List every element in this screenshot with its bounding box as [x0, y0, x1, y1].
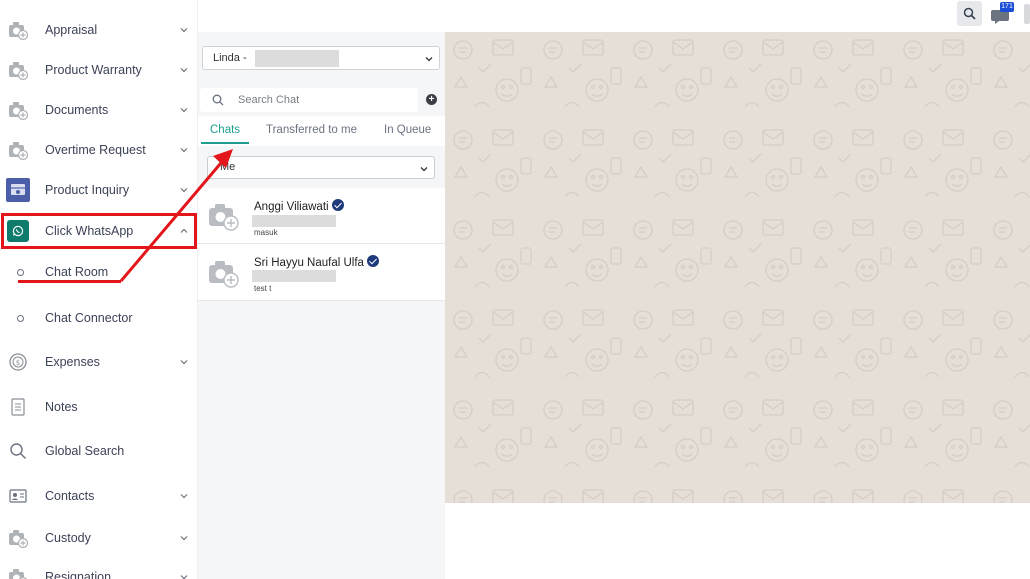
search-icon — [6, 439, 30, 463]
topbar-overflow[interactable] — [1024, 4, 1030, 24]
avatar-placeholder-icon — [209, 204, 239, 231]
contact-card-icon — [6, 484, 30, 508]
sidebar-item-label: Custody — [45, 531, 91, 545]
list-item[interactable]: Anggi Viliawati masuk — [198, 188, 445, 244]
sidebar-item-label: Chat Room — [45, 265, 109, 279]
circle-icon — [17, 314, 24, 322]
sidebar-item-label: Product Inquiry — [45, 183, 130, 197]
chat-last-message: masuk — [254, 228, 278, 237]
annotation-underline — [18, 280, 121, 283]
sidebar-item-label: Contacts — [45, 489, 95, 503]
sidebar-item-label: Appraisal — [45, 23, 98, 37]
notification-badge: 171 — [1000, 2, 1014, 12]
chevron-down-icon — [180, 575, 188, 579]
redacted-block — [252, 215, 336, 227]
sidebar-item-global-search[interactable]: Global Search — [0, 434, 197, 468]
sidebar-item-custody[interactable]: Custody — [0, 521, 197, 555]
camera-icon — [6, 58, 30, 82]
sidebar-item-contacts[interactable]: Contacts — [0, 479, 197, 513]
chevron-down-icon — [425, 57, 433, 62]
sidebar-item-label: Notes — [45, 400, 78, 414]
sidebar-item-documents[interactable]: Documents — [0, 93, 197, 127]
tab-in-queue[interactable]: In Queue — [384, 116, 431, 144]
camera-icon — [6, 565, 30, 579]
chat-list-panel — [198, 32, 445, 579]
agent-select-value: Linda - — [213, 52, 247, 64]
redacted-block — [252, 270, 336, 282]
sidebar-item-product-inquiry[interactable]: Product Inquiry — [0, 173, 197, 207]
sidebar-item-label: Chat Connector — [45, 311, 133, 325]
chevron-down-icon — [180, 188, 188, 193]
sidebar-item-appraisal[interactable]: Appraisal — [0, 13, 197, 47]
sidebar-item-resignation[interactable]: Resignation — [0, 560, 197, 579]
chat-list: Anggi Viliawati masuk Sri Hayyu Naufal U… — [198, 188, 445, 301]
active-tab-indicator — [201, 142, 249, 144]
sidebar-item-label: Product Warranty — [45, 63, 142, 77]
sidebar-subitem-chat-connector[interactable]: Chat Connector — [0, 301, 197, 335]
camera-icon — [6, 526, 30, 550]
coin-icon: $ — [6, 350, 30, 374]
sidebar-item-label: Documents — [45, 103, 109, 117]
chevron-down-icon — [180, 68, 188, 73]
redacted-block — [255, 50, 339, 67]
avatar-placeholder-icon — [209, 261, 239, 288]
sidebar-item-label: Global Search — [45, 444, 125, 458]
chat-last-message: test t — [254, 284, 272, 293]
chat-contact-name: Anggi Viliawati — [254, 199, 344, 213]
sidebar-subitem-chat-room[interactable]: Chat Room — [0, 255, 197, 289]
chat-search-box — [200, 88, 418, 112]
svg-text:$: $ — [16, 359, 20, 367]
filter-select-value: Me — [220, 161, 236, 173]
add-chat-button[interactable]: + — [426, 94, 437, 105]
sidebar-item-label: Expenses — [45, 355, 100, 369]
camera-icon — [6, 98, 30, 122]
sidebar-item-expenses[interactable]: $ Expenses — [0, 345, 197, 379]
sidebar-item-overtime-request[interactable]: Overtime Request — [0, 133, 197, 167]
verified-badge-icon — [331, 199, 344, 211]
chat-contact-name: Sri Hayyu Naufal Ulfa — [254, 255, 379, 269]
conversation-area — [445, 32, 1030, 503]
chat-search-input[interactable] — [238, 91, 408, 109]
sidebar-item-product-warranty[interactable]: Product Warranty — [0, 53, 197, 87]
camera-icon — [6, 138, 30, 162]
chevron-down-icon — [180, 28, 188, 33]
doodle-pattern — [445, 32, 1030, 503]
chevron-down-icon — [180, 494, 188, 499]
agent-select[interactable]: Linda - — [202, 46, 440, 70]
annotation-highlight-box — [1, 213, 197, 249]
topbar — [198, 0, 1030, 32]
notes-icon — [6, 395, 30, 419]
chevron-down-icon — [180, 148, 188, 153]
sidebar-item-label: Resignation — [45, 570, 112, 579]
circle-icon — [17, 268, 24, 276]
chevron-down-icon — [180, 108, 188, 113]
search-icon — [963, 7, 976, 20]
sidebar: Appraisal Product Warranty Documents Ove… — [0, 0, 198, 579]
chat-filter-select[interactable]: Me — [207, 156, 435, 179]
search-icon — [212, 94, 224, 106]
tab-chats[interactable]: Chats — [210, 116, 240, 144]
product-inquiry-icon — [6, 178, 30, 202]
chevron-down-icon — [180, 536, 188, 541]
camera-icon — [6, 18, 30, 42]
tab-transferred-to-me[interactable]: Transferred to me — [266, 116, 357, 144]
chevron-down-icon — [180, 360, 188, 365]
chevron-down-icon — [420, 167, 428, 172]
list-item[interactable]: Sri Hayyu Naufal Ulfa test t — [198, 245, 445, 301]
verified-badge-icon — [366, 255, 379, 267]
topbar-search-button[interactable] — [957, 1, 982, 26]
sidebar-item-notes[interactable]: Notes — [0, 390, 197, 424]
sidebar-item-label: Overtime Request — [45, 143, 146, 157]
